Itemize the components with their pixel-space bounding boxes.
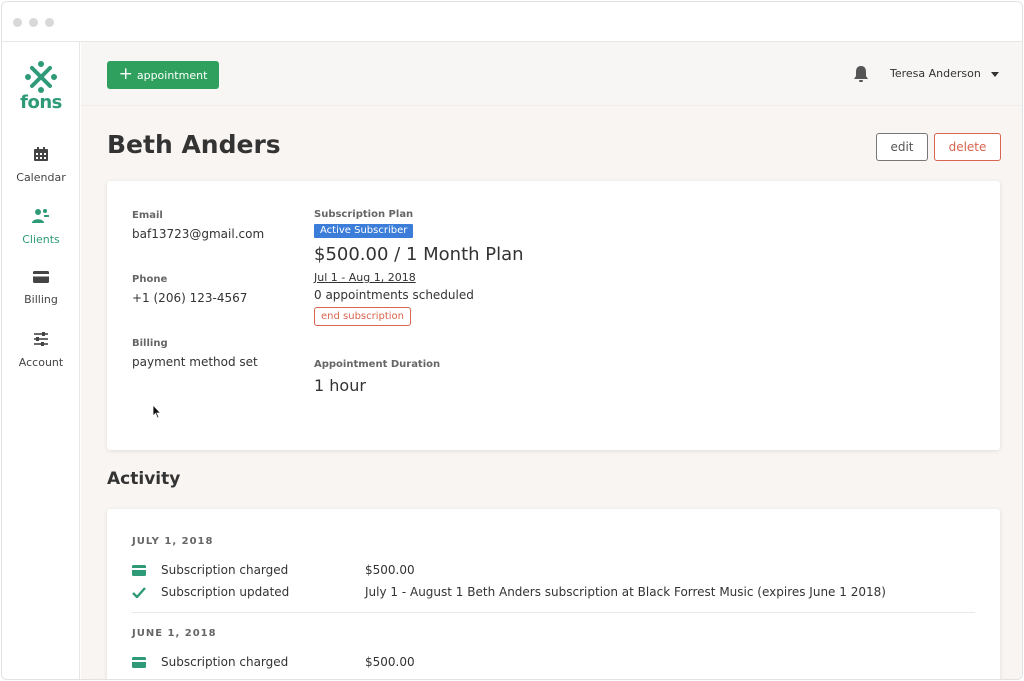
page-title: Beth Anders — [107, 130, 281, 159]
activity-card: JULY 1, 2018 Subscription charged $500.0… — [107, 509, 1000, 679]
window-minimize-dot[interactable] — [29, 18, 38, 27]
add-appointment-button[interactable]: + appointment — [107, 61, 219, 89]
plus-icon: + — [118, 63, 133, 84]
subscription-plan-label: Subscription Plan — [314, 209, 414, 220]
activity-title: Activity — [107, 469, 181, 489]
sidebar-item-account[interactable]: Account — [2, 331, 80, 370]
delete-button[interactable]: delete — [934, 133, 1001, 161]
plan-value: $500.00 / 1 Month Plan — [314, 244, 524, 265]
clients-icon — [32, 209, 49, 223]
main-content: + appointment Teresa Anderson Beth Ander… — [81, 42, 1022, 679]
phone-label: Phone — [132, 274, 168, 285]
user-menu[interactable]: Teresa Anderson — [890, 67, 981, 80]
credit-card-icon — [33, 271, 49, 283]
activity-date-heading: JULY 1, 2018 — [132, 536, 214, 547]
sidebar-item-label: Billing — [24, 293, 58, 306]
phone-value: +1 (206) 123-4567 — [132, 291, 248, 305]
client-info-card: Email baf13723@gmail.com Phone +1 (206) … — [107, 181, 1000, 450]
logo[interactable]: fons — [2, 60, 80, 113]
activity-event-label: Subscription updated — [161, 585, 290, 599]
email-label: Email — [132, 210, 163, 221]
sidebar: fons Calendar Clients Billing Account — [2, 42, 80, 679]
activity-event-detail: July 1 - August 1 Beth Anders subscripti… — [365, 585, 886, 599]
activity-divider — [132, 612, 975, 613]
billing-label: Billing — [132, 338, 168, 349]
fons-logo-icon — [25, 61, 57, 93]
logo-text: fons — [20, 92, 62, 113]
activity-event-detail: $500.00 — [365, 655, 415, 669]
sidebar-item-calendar[interactable]: Calendar — [2, 146, 80, 185]
end-subscription-button[interactable]: end subscription — [314, 307, 412, 326]
sidebar-item-label: Clients — [22, 233, 60, 246]
calendar-icon — [34, 147, 48, 161]
check-icon — [132, 587, 146, 598]
sidebar-item-clients[interactable]: Clients — [2, 208, 80, 247]
activity-event-label: Subscription charged — [161, 655, 289, 669]
credit-card-icon — [132, 565, 146, 576]
browser-window: fons Calendar Clients Billing Account + … — [1, 1, 1023, 680]
window-titlebar — [2, 2, 1022, 42]
credit-card-icon — [132, 657, 146, 668]
billing-value: payment method set — [132, 355, 258, 369]
sliders-icon — [34, 332, 48, 346]
plan-dates-link[interactable]: Jul 1 - Aug 1, 2018 — [314, 271, 416, 284]
appointments-scheduled: 0 appointments scheduled — [314, 288, 474, 302]
chevron-down-icon[interactable] — [991, 72, 999, 77]
activity-event-label: Subscription charged — [161, 563, 289, 577]
window-close-dot[interactable] — [13, 18, 22, 27]
add-appointment-label: appointment — [136, 68, 208, 82]
sidebar-item-label: Account — [18, 356, 64, 369]
duration-value: 1 hour — [314, 376, 366, 395]
sidebar-item-billing[interactable]: Billing — [2, 270, 80, 307]
duration-label: Appointment Duration — [314, 359, 441, 370]
status-badge: Active Subscriber — [314, 224, 414, 238]
activity-event-detail: $500.00 — [365, 563, 415, 577]
mouse-cursor-icon — [152, 404, 162, 419]
sidebar-item-label: Calendar — [16, 171, 66, 184]
top-bar: + appointment Teresa Anderson — [81, 42, 1022, 106]
window-maximize-dot[interactable] — [45, 18, 54, 27]
edit-button[interactable]: edit — [876, 133, 928, 161]
email-value: baf13723@gmail.com — [132, 227, 265, 241]
bell-icon[interactable] — [853, 65, 869, 83]
activity-date-heading: JUNE 1, 2018 — [132, 628, 217, 639]
